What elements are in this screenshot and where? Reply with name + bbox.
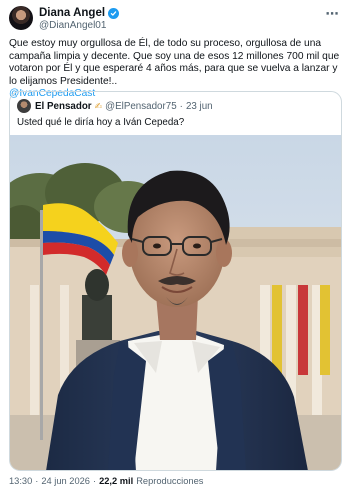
quoted-tweet[interactable]: El Pensador ✍ @ElPensador75 · 23 jun Ust… xyxy=(9,91,342,471)
author-name[interactable]: Diana Angel xyxy=(39,7,105,19)
quoted-separator: · xyxy=(179,100,183,112)
writing-hand-icon: ✍ xyxy=(94,100,103,111)
author-handle[interactable]: @DianAngel01 xyxy=(39,20,106,31)
footer-dot-2: · xyxy=(92,476,97,486)
tweet-time[interactable]: 13:30 xyxy=(9,476,32,486)
tweet-text: Que estoy muy orgullosa de Él, de todo s… xyxy=(9,38,340,87)
tweet-date[interactable]: 24 jun 2026 xyxy=(41,476,90,486)
views-label: Reproducciones xyxy=(136,476,204,486)
views-count: 22,2 mil xyxy=(99,476,134,486)
more-options-icon[interactable]: ⋯ xyxy=(326,6,340,22)
author-avatar[interactable] xyxy=(9,6,33,30)
quoted-date: 23 jun xyxy=(185,100,213,112)
tweet-footer: 13:30 · 24 jun 2026 · 22,2 mil Reproducc… xyxy=(9,476,203,486)
quoted-author-name: El Pensador xyxy=(35,100,92,112)
quoted-header: El Pensador ✍ @ElPensador75 · 23 jun xyxy=(17,99,213,113)
quoted-avatar xyxy=(17,99,31,113)
verified-badge-icon xyxy=(108,7,120,19)
tweet-header: Diana Angel @DianAngel01 ⋯ xyxy=(9,6,341,32)
quoted-text: Usted qué le diría hoy a Iván Cepeda? xyxy=(17,117,185,128)
footer-dot-1: · xyxy=(35,476,39,486)
quoted-handle: @ElPensador75 xyxy=(105,100,177,112)
quoted-photo[interactable] xyxy=(10,135,341,471)
author-name-row: Diana Angel xyxy=(39,7,120,19)
